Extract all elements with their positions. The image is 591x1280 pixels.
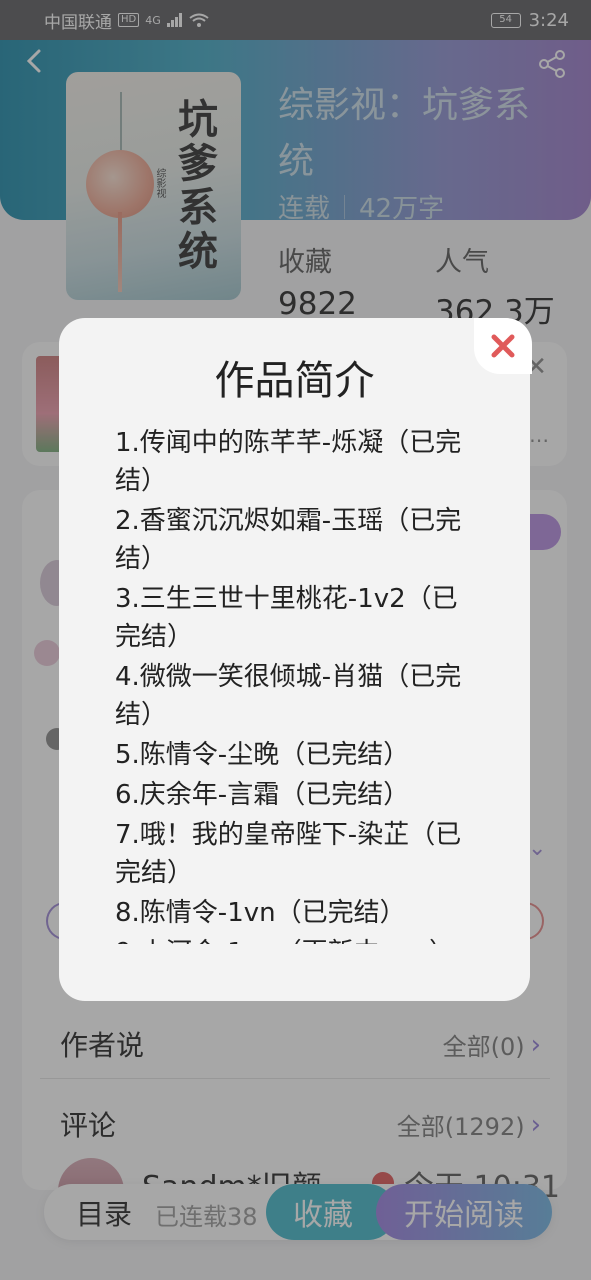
list-item: 9.山河令-1vn（更新中......） [115,934,475,944]
synopsis-list[interactable]: 1.传闻中的陈芊芊-烁凝（已完结） 2.香蜜沉沉烬如霜-玉瑶（已完结） 3.三生… [115,424,475,944]
list-item: 1.传闻中的陈芊芊-烁凝（已完结） [115,428,462,496]
synopsis-modal: 作品简介 1.传闻中的陈芊芊-烁凝（已完结） 2.香蜜沉沉烬如霜-玉瑶（已完结）… [59,318,530,1001]
close-icon [491,334,515,358]
list-item: 8.陈情令-1vn（已完结） [115,898,406,928]
list-item: 3.三生三世十里桃花-1v2（已完结） [115,584,458,652]
modal-close-button[interactable] [474,318,532,374]
modal-title: 作品简介 [214,358,375,404]
list-item: 5.陈情令-尘晚（已完结） [115,740,410,770]
list-item: 4.微微一笑很倾城-肖猫（已完结） [115,662,462,730]
list-item: 2.香蜜沉沉烬如霜-玉瑶（已完结） [115,506,462,574]
list-item: 6.庆余年-言霜（已完结） [115,780,410,810]
list-item: 7.哦！我的皇帝陛下-染芷（已完结） [115,820,462,888]
